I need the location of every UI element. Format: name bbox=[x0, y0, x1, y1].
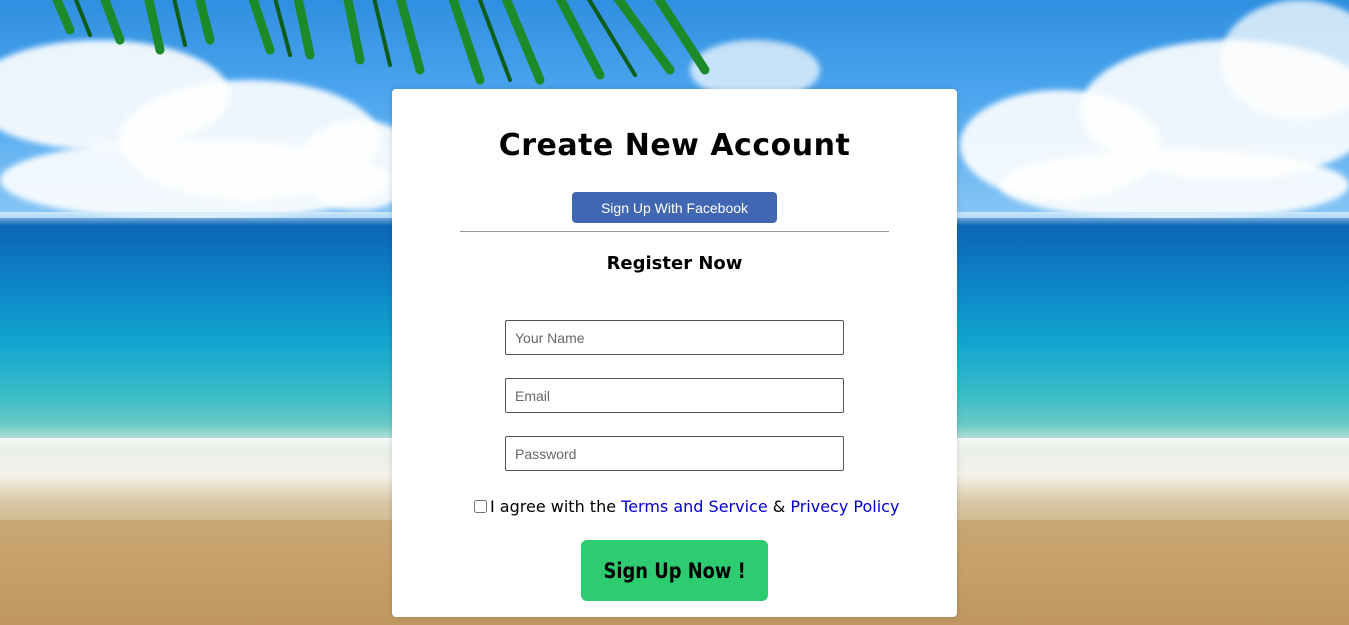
facebook-signup-button[interactable]: Sign Up With Facebook bbox=[572, 192, 777, 223]
privacy-link[interactable]: Privecy Policy bbox=[790, 497, 899, 516]
page-title: Create New Account bbox=[498, 128, 851, 163]
terms-agreement: I agree with the Terms and Service & Pri… bbox=[474, 495, 899, 517]
register-heading: Register Now bbox=[606, 253, 743, 274]
palm-leaves bbox=[52, 0, 710, 85]
agree-checkbox[interactable] bbox=[474, 499, 487, 513]
password-input[interactable] bbox=[505, 436, 844, 471]
divider bbox=[460, 231, 889, 232]
signup-submit-button[interactable]: Sign Up Now ! bbox=[581, 540, 768, 601]
email-input[interactable] bbox=[505, 378, 844, 413]
ampersand-text: & bbox=[767, 496, 791, 516]
signup-submit-label: Sign Up Now ! bbox=[603, 558, 746, 583]
agree-label: I agree with the bbox=[490, 496, 622, 516]
name-input[interactable] bbox=[505, 320, 844, 355]
terms-link[interactable]: Terms and Service bbox=[621, 497, 768, 516]
